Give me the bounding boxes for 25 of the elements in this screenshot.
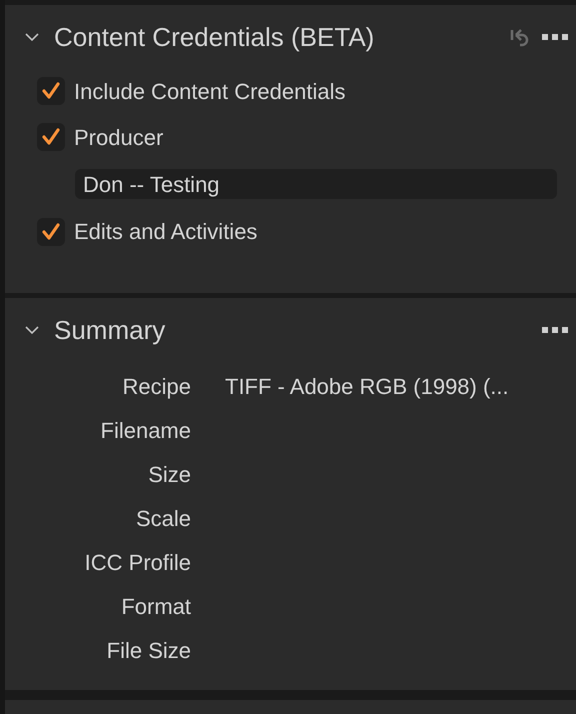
field-label: Filename bbox=[100, 416, 191, 444]
chevron-down-icon[interactable] bbox=[24, 32, 40, 42]
checkmark-icon bbox=[42, 222, 60, 240]
field-label: Format bbox=[121, 592, 191, 620]
field-label: File Size bbox=[106, 636, 191, 664]
more-icon[interactable] bbox=[542, 327, 568, 333]
checkmark-icon bbox=[42, 128, 60, 146]
section-title: Content Credentials (BETA) bbox=[54, 20, 374, 54]
field-label: Size bbox=[148, 460, 191, 488]
checkbox[interactable] bbox=[37, 218, 65, 246]
checkbox-label: Include Content Credentials bbox=[74, 78, 346, 106]
checkmark-icon bbox=[42, 82, 60, 100]
field-label: Recipe bbox=[122, 372, 191, 401]
checkbox-label: Edits and Activities bbox=[74, 218, 258, 246]
checkbox[interactable] bbox=[37, 123, 65, 151]
field-label: Scale bbox=[136, 504, 191, 532]
undo-icon[interactable] bbox=[510, 27, 530, 47]
chevron-down-icon[interactable] bbox=[24, 325, 40, 335]
producer-field[interactable]: Don -- Testing bbox=[75, 169, 557, 199]
checkbox-label: Producer bbox=[74, 124, 164, 152]
more-icon[interactable] bbox=[542, 34, 568, 40]
field-value: TIFF - Adobe RGB (1998) (... bbox=[225, 372, 509, 400]
section-title: Summary bbox=[54, 314, 166, 346]
field-label: ICC Profile bbox=[84, 548, 191, 576]
checkbox[interactable] bbox=[37, 77, 65, 105]
